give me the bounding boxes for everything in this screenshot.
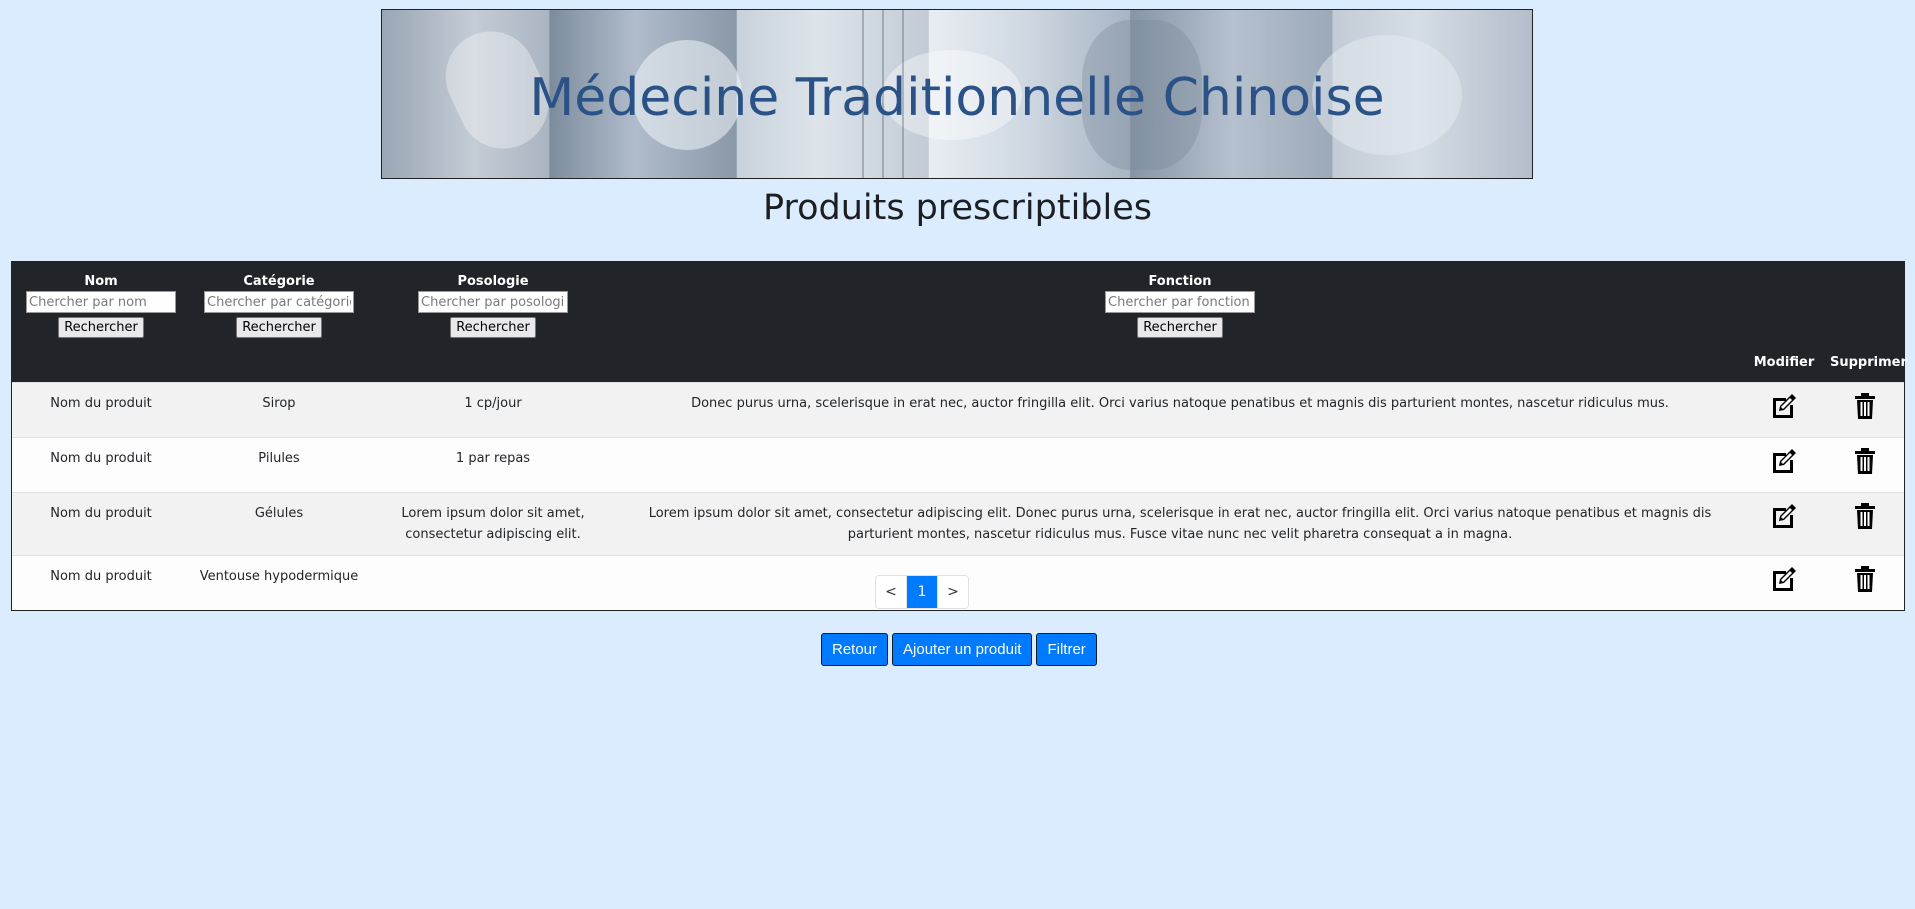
cell-posologie: [368, 555, 618, 610]
cell-nom: Nom du produit: [12, 437, 190, 493]
cell-supprimer: [1826, 492, 1904, 556]
banner-title: Médecine Traditionnelle Chinoise: [529, 68, 1385, 128]
cell-categorie: Ventouse hypodermique: [190, 555, 368, 610]
column-header-categorie: Catégorie Rechercher: [190, 262, 368, 383]
search-posologie-input[interactable]: [418, 291, 568, 313]
products-table: Nom Rechercher Catégorie Rechercher Poso…: [11, 261, 1907, 611]
cell-posologie: 1 par repas: [368, 437, 618, 493]
edit-icon[interactable]: [1770, 447, 1798, 475]
cell-nom: Nom du produit: [12, 492, 190, 556]
table-row: Nom du produit Gélules Lorem ipsum dolor…: [12, 492, 1904, 556]
search-nom-button[interactable]: Rechercher: [58, 317, 144, 338]
column-label: Posologie: [457, 274, 529, 289]
search-categorie-button[interactable]: Rechercher: [236, 317, 322, 338]
search-nom-input[interactable]: [26, 291, 176, 313]
search-categorie-input[interactable]: [204, 291, 354, 313]
cell-supprimer: [1826, 555, 1904, 610]
trash-icon[interactable]: [1851, 565, 1879, 593]
page-title: Produits prescriptibles: [762, 188, 1153, 228]
cell-modifier: [1742, 382, 1826, 438]
header-banner: Médecine Traditionnelle Chinoise: [381, 9, 1533, 179]
cell-supprimer: [1826, 437, 1904, 493]
pagination-prev[interactable]: <: [876, 576, 906, 608]
cell-supprimer: [1826, 382, 1904, 438]
column-header-fonction: Fonction Rechercher: [618, 262, 1742, 383]
table-header-row: Nom Rechercher Catégorie Rechercher Poso…: [12, 262, 1907, 383]
cell-categorie: Gélules: [190, 492, 368, 556]
cell-modifier: [1742, 492, 1826, 556]
column-header-posologie: Posologie Rechercher: [368, 262, 618, 383]
column-header-nom: Nom Rechercher: [12, 262, 190, 383]
column-label: Fonction: [1148, 274, 1212, 289]
cell-posologie: 1 cp/jour: [368, 382, 618, 438]
trash-icon[interactable]: [1851, 502, 1879, 530]
cell-fonction: Donec purus urna, scelerisque in erat ne…: [618, 382, 1742, 438]
pagination-page-current[interactable]: 1: [906, 576, 937, 608]
pagination: < 1 >: [875, 575, 969, 609]
search-fonction-button[interactable]: Rechercher: [1137, 317, 1223, 338]
trash-icon[interactable]: [1851, 392, 1879, 420]
column-header-modifier: Modifier: [1753, 355, 1815, 370]
cell-fonction: [618, 437, 1742, 493]
column-label: Nom: [84, 274, 118, 289]
cell-posologie: Lorem ipsum dolor sit amet, consectetur …: [368, 492, 618, 556]
edit-icon[interactable]: [1770, 502, 1798, 530]
cell-nom: Nom du produit: [12, 382, 190, 438]
table-row: Nom du produit Pilules 1 par repas: [12, 437, 1904, 493]
edit-icon[interactable]: [1770, 565, 1798, 593]
pagination-next[interactable]: >: [937, 576, 968, 608]
cell-categorie: Sirop: [190, 382, 368, 438]
table-row: Nom du produit Sirop 1 cp/jour Donec pur…: [12, 382, 1904, 438]
cell-modifier: [1742, 555, 1826, 610]
cell-categorie: Pilules: [190, 437, 368, 493]
column-label: Catégorie: [243, 274, 315, 289]
search-fonction-input[interactable]: [1105, 291, 1255, 313]
filter-button[interactable]: Filtrer: [1036, 633, 1097, 666]
column-header-supprimer: Supprimer: [1830, 355, 1907, 370]
back-button[interactable]: Retour: [821, 633, 889, 666]
cell-modifier: [1742, 437, 1826, 493]
add-product-button[interactable]: Ajouter un produit: [892, 633, 1033, 666]
trash-icon[interactable]: [1851, 447, 1879, 475]
cell-fonction: Lorem ipsum dolor sit amet, consectetur …: [618, 492, 1742, 556]
cell-nom: Nom du produit: [12, 555, 190, 610]
cell-fonction: [618, 555, 1742, 610]
search-posologie-button[interactable]: Rechercher: [450, 317, 536, 338]
edit-icon[interactable]: [1770, 392, 1798, 420]
action-buttons: Retour Ajouter un produit Filtrer: [821, 633, 1097, 666]
